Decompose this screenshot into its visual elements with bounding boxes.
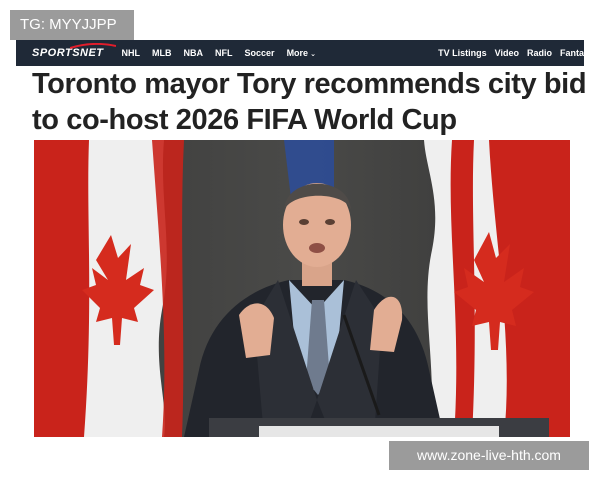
podium-plate <box>259 426 499 437</box>
site-navbar: SPORTSNET NHL MLB NBA NFL Soccer More ⌄ T… <box>16 40 584 66</box>
nav-item-more[interactable]: More ⌄ <box>287 48 316 58</box>
url-watermark: www.zone-live-hth.com <box>389 441 589 470</box>
headline-line-1: Toronto mayor Tory recommends city bid <box>32 68 587 100</box>
nav-item-nba[interactable]: NBA <box>184 48 204 58</box>
nav-item-fantasy[interactable]: Fanta <box>560 48 584 58</box>
headline-line-2: to co-host 2026 FIFA World Cup <box>32 104 457 136</box>
nav-item-soccer[interactable]: Soccer <box>245 48 275 58</box>
chevron-down-icon: ⌄ <box>310 51 316 58</box>
logo-swoosh-icon <box>70 43 116 49</box>
nav-item-video[interactable]: Video <box>495 48 519 58</box>
canada-flag-right <box>424 140 570 437</box>
nav-item-nfl[interactable]: NFL <box>215 48 233 58</box>
article-headline: Toronto mayor Tory recommends city bid t… <box>32 66 592 138</box>
nav-item-nhl[interactable]: NHL <box>122 48 141 58</box>
article-photo <box>34 140 570 437</box>
tg-watermark: TG: MYYJJPP <box>10 10 134 40</box>
nav-item-mlb[interactable]: MLB <box>152 48 172 58</box>
nav-item-radio[interactable]: Radio <box>527 48 552 58</box>
nav-more-label: More <box>286 48 309 58</box>
sportsnet-logo[interactable]: SPORTSNET <box>32 43 116 59</box>
nav-item-tv-listings[interactable]: TV Listings <box>438 48 487 58</box>
canada-flag-left <box>34 140 184 437</box>
